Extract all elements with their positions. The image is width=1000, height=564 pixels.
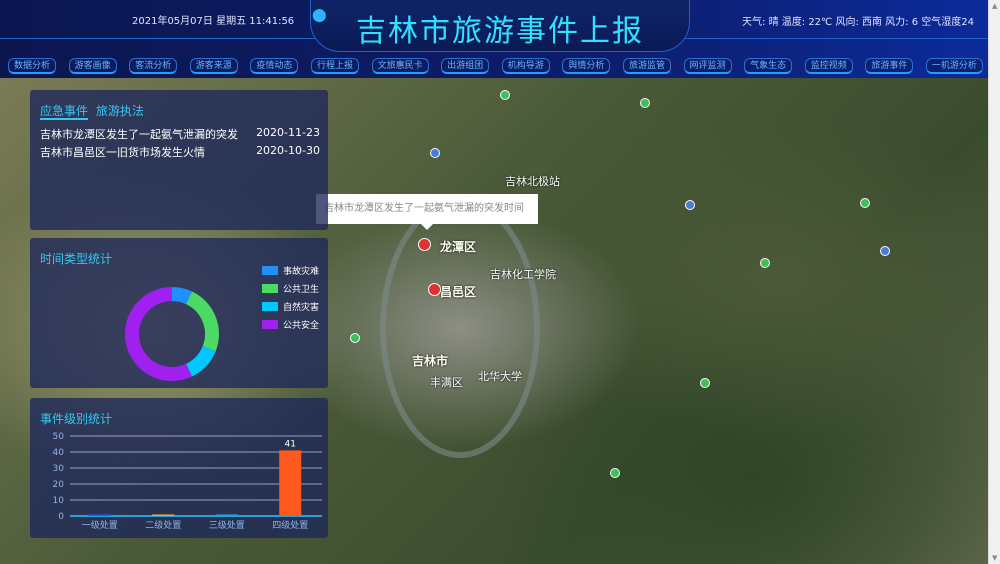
event-text: 吉林市昌邑区一旧货市场发生火情 bbox=[40, 146, 205, 159]
poi-marker[interactable] bbox=[880, 246, 890, 256]
y-tick-label: 40 bbox=[53, 448, 65, 458]
nav-button[interactable]: 客流分析 bbox=[129, 58, 178, 74]
bar[interactable] bbox=[279, 450, 302, 516]
y-tick-label: 30 bbox=[53, 464, 65, 474]
map-label: 北华大学 bbox=[478, 370, 522, 383]
location-pin-icon: ⬤ bbox=[312, 8, 327, 23]
legend-item: 公共安全 bbox=[262, 318, 319, 331]
x-tick-label: 二级处置 bbox=[145, 519, 181, 531]
legend-label: 公共卫生 bbox=[283, 285, 320, 295]
legend-label: 公共安全 bbox=[283, 321, 320, 331]
legend-swatch bbox=[262, 284, 278, 293]
legend-item: 事故灾难 bbox=[262, 264, 319, 277]
divider bbox=[670, 38, 988, 39]
nav-button[interactable]: 行程上报 bbox=[310, 58, 359, 74]
level-stats-panel: 事件级别统计 0 10 20 30 40 50 一级处置 二级处置 三级处置 四级处置 41 bbox=[30, 398, 328, 538]
map-tooltip: 吉林市龙潭区发生了一起氨气泄漏的突发时间 bbox=[316, 194, 538, 230]
donut-slice[interactable] bbox=[171, 287, 193, 305]
nav-button[interactable]: 气象生态 bbox=[744, 58, 793, 74]
scroll-up-icon[interactable]: ▲ bbox=[992, 2, 997, 10]
poi-marker[interactable] bbox=[860, 198, 870, 208]
map-label: 吉林北极站 bbox=[505, 175, 560, 188]
poi-marker[interactable] bbox=[760, 258, 770, 268]
y-tick-label: 20 bbox=[53, 480, 65, 490]
nav-button[interactable]: 文旅惠民卡 bbox=[371, 58, 429, 74]
poi-marker[interactable] bbox=[500, 90, 510, 100]
scroll-down-icon[interactable]: ▼ bbox=[992, 554, 997, 562]
nav-button[interactable]: 舆情分析 bbox=[562, 58, 611, 74]
map-label: 丰满区 bbox=[430, 376, 463, 389]
weather-info: 天气: 晴 温度: 22℃ 风向: 西南 风力: 6 空气湿度24 bbox=[742, 17, 974, 28]
tab-emergency-events[interactable]: 应急事件 bbox=[40, 104, 89, 120]
legend-swatch bbox=[262, 320, 278, 329]
nav-button[interactable]: 一机游分析 bbox=[925, 58, 983, 74]
poi-marker[interactable] bbox=[685, 200, 695, 210]
map-label: 吉林化工学院 bbox=[490, 268, 556, 281]
scrollbar[interactable]: ▲ ▼ bbox=[988, 0, 1000, 564]
divider bbox=[0, 38, 330, 39]
x-tick-label: 四级处置 bbox=[272, 519, 308, 531]
nav-button[interactable]: 游客画像 bbox=[68, 58, 117, 74]
nav-button[interactable]: 网评监测 bbox=[683, 58, 732, 74]
event-marker[interactable] bbox=[418, 238, 431, 251]
x-tick-label: 三级处置 bbox=[209, 519, 245, 531]
header: 2021年05月07日 星期五 11:41:56 吉林市旅游事件上报 ⬤ 天气:… bbox=[0, 0, 988, 78]
poi-marker[interactable] bbox=[350, 333, 360, 343]
poi-marker[interactable] bbox=[430, 148, 440, 158]
page-title: 吉林市旅游事件上报 bbox=[356, 14, 644, 49]
nav-button[interactable]: 旅游事件 bbox=[865, 58, 914, 74]
donut-chart bbox=[125, 287, 219, 381]
event-item[interactable]: 吉林市昌邑区一旧货市场发生火情 2020-10-30 bbox=[40, 144, 320, 160]
nav-button[interactable]: 游客来源 bbox=[189, 58, 238, 74]
nav-button[interactable]: 监控视频 bbox=[804, 58, 853, 74]
event-date: 2020-10-30 bbox=[256, 144, 320, 157]
legend-item: 公共卫生 bbox=[262, 282, 319, 295]
legend-item: 自然灾害 bbox=[262, 300, 319, 313]
event-marker[interactable] bbox=[428, 283, 441, 296]
donut-slice[interactable] bbox=[185, 291, 219, 352]
nav-button[interactable]: 疫情动态 bbox=[250, 58, 299, 74]
datetime: 2021年05月07日 星期五 11:41:56 bbox=[132, 16, 295, 27]
bar-chart: 0 10 20 30 40 50 一级处置 二级处置 三级处置 四级处置 41 bbox=[53, 432, 322, 531]
donut-slice[interactable] bbox=[125, 287, 193, 381]
map-label: 昌邑区 bbox=[440, 285, 477, 299]
x-tick-label: 一级处置 bbox=[82, 519, 118, 531]
poi-marker[interactable] bbox=[610, 468, 620, 478]
nav-bar: 数据分析 游客画像 客流分析 游客来源 疫情动态 行程上报 文旅惠民卡 出游组团 机构导游 舆情分… bbox=[8, 58, 983, 74]
donut-slice[interactable] bbox=[185, 345, 216, 377]
map-label: 龙潭区 bbox=[440, 240, 477, 254]
event-text: 吉林市龙潭区发生了一起氨气泄漏的突发 bbox=[40, 128, 238, 141]
nav-button[interactable]: 旅游监管 bbox=[622, 58, 671, 74]
bar[interactable] bbox=[88, 514, 111, 516]
y-tick-label: 0 bbox=[58, 512, 64, 522]
legend-swatch bbox=[262, 302, 278, 311]
event-item[interactable]: 吉林市龙潭区发生了一起氨气泄漏的突发 2020-11-23 bbox=[40, 126, 320, 142]
panel-title: 时间类型统计 bbox=[40, 252, 113, 266]
events-panel: 应急事件 旅游执法 吉林市龙潭区发生了一起氨气泄漏的突发 2020-11-23 吉… bbox=[30, 90, 328, 230]
bar[interactable] bbox=[152, 514, 175, 516]
title-box: 吉林市旅游事件上报 bbox=[310, 0, 690, 52]
tab-tourism-enforcement[interactable]: 旅游执法 bbox=[96, 104, 144, 118]
nav-button[interactable]: 出游组团 bbox=[441, 58, 490, 74]
type-stats-panel: 时间类型统计 事故灾难公共卫生自然灾害公共安全 bbox=[30, 238, 328, 388]
y-tick-label: 10 bbox=[53, 496, 65, 506]
nav-button[interactable]: 数据分析 bbox=[8, 58, 57, 74]
bar[interactable] bbox=[215, 514, 238, 516]
panel-tabs: 应急事件 旅游执法 bbox=[40, 102, 144, 120]
poi-marker[interactable] bbox=[640, 98, 650, 108]
legend-label: 事故灾难 bbox=[283, 267, 320, 277]
map-label: 吉林市 bbox=[412, 354, 449, 368]
poi-marker[interactable] bbox=[700, 378, 710, 388]
y-tick-label: 50 bbox=[53, 432, 65, 442]
legend-swatch bbox=[262, 266, 278, 275]
legend-label: 自然灾害 bbox=[283, 303, 320, 313]
event-date: 2020-11-23 bbox=[256, 126, 320, 139]
data-label: 41 bbox=[285, 439, 296, 449]
nav-button[interactable]: 机构导游 bbox=[501, 58, 550, 74]
river bbox=[380, 198, 540, 458]
